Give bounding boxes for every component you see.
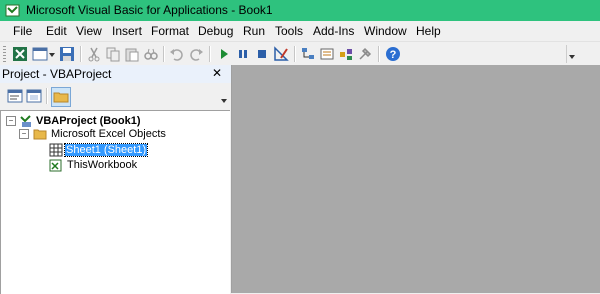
menu-tools[interactable]: Tools (275, 24, 303, 38)
reset-icon[interactable] (254, 46, 270, 62)
design-mode-icon[interactable] (273, 46, 289, 62)
title-bar: Microsoft Visual Basic for Applications … (0, 0, 600, 21)
toggle-folders-button[interactable] (51, 87, 71, 107)
view-excel-icon[interactable] (12, 46, 28, 62)
redo-icon[interactable] (188, 46, 204, 62)
panel-title: Project - VBAProject (2, 67, 112, 81)
menu-bar: File Edit View Insert Format Debug Run T… (0, 21, 600, 41)
vba-project-icon (20, 115, 31, 127)
copy-icon[interactable] (105, 46, 121, 62)
collapse-icon[interactable]: − (6, 116, 16, 126)
properties-icon[interactable] (319, 46, 335, 62)
undo-icon[interactable] (169, 46, 185, 62)
toolbar-separator (294, 46, 296, 62)
worksheet-icon (49, 143, 63, 157)
break-icon[interactable] (235, 46, 251, 62)
save-icon[interactable] (59, 46, 75, 62)
folder-icon (33, 129, 47, 140)
tree-label: ThisWorkbook (67, 159, 138, 171)
collapse-icon[interactable]: − (19, 129, 29, 139)
panel-toolbar (0, 84, 231, 108)
code-workspace[interactable] (232, 65, 600, 293)
chevron-down-icon (569, 55, 575, 59)
toolbar-overflow-button[interactable] (566, 45, 578, 63)
folder-icon (53, 92, 69, 103)
cut-icon[interactable] (86, 46, 102, 62)
menu-debug[interactable]: Debug (198, 24, 233, 38)
toolbar-grip[interactable] (3, 46, 6, 62)
insert-dropdown-icon[interactable] (49, 53, 55, 57)
menu-help[interactable]: Help (416, 24, 441, 38)
view-code-icon[interactable] (7, 88, 23, 104)
project-explorer-icon[interactable] (300, 46, 316, 62)
menu-file[interactable]: File (13, 24, 32, 38)
toolbar-separator (209, 46, 211, 62)
panel-toolbar-overflow[interactable] (219, 93, 229, 107)
close-icon[interactable]: ✕ (208, 66, 226, 82)
project-explorer-panel: Project - VBAProject ✕ − VBAProject (Boo… (0, 65, 232, 294)
menu-format[interactable]: Format (151, 24, 189, 38)
vba-app-icon (5, 4, 20, 17)
panel-title-bar[interactable]: Project - VBAProject ✕ (0, 65, 231, 83)
toolbox-icon[interactable] (357, 46, 373, 62)
tree-label: Sheet1 (Sheet1) (63, 143, 149, 157)
find-icon[interactable] (143, 46, 159, 62)
object-browser-icon[interactable] (338, 46, 354, 62)
toolbar-separator (80, 46, 82, 62)
run-icon[interactable] (216, 46, 232, 62)
toolbar-separator (163, 46, 165, 62)
tree-label: VBAProject (Book1) (36, 115, 141, 127)
standard-toolbar: ? (0, 41, 600, 67)
help-icon[interactable]: ? (385, 46, 401, 62)
menu-add-ins[interactable]: Add-Ins (313, 24, 354, 38)
toolbar-separator (46, 88, 48, 104)
chevron-down-icon (221, 99, 227, 103)
svg-text:?: ? (390, 49, 397, 61)
menu-view[interactable]: View (76, 24, 102, 38)
workbook-icon (49, 159, 62, 172)
tree-label: Microsoft Excel Objects (51, 128, 166, 140)
menu-run[interactable]: Run (243, 24, 265, 38)
toolbar-separator (378, 46, 380, 62)
menu-window[interactable]: Window (364, 24, 407, 38)
project-tree: − VBAProject (Book1) − Microsoft Excel O… (0, 110, 230, 294)
insert-userform-icon[interactable] (32, 46, 48, 62)
window-title: Microsoft Visual Basic for Applications … (26, 3, 273, 17)
view-object-icon[interactable] (26, 88, 42, 104)
paste-icon[interactable] (124, 46, 140, 62)
menu-insert[interactable]: Insert (112, 24, 142, 38)
menu-edit[interactable]: Edit (46, 24, 67, 38)
